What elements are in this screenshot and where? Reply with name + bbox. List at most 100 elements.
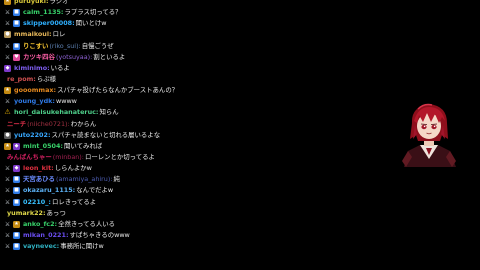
chat-badges: ● xyxy=(4,31,11,39)
blue-badge-icon: ■ xyxy=(13,243,20,251)
chat-message: ⚔ ■ okazaru_1115: なんでだよw xyxy=(0,185,360,196)
chat-text: 自慢ごうぜ xyxy=(81,41,114,50)
chat-message: ★ ◆ mint_0504: 聞いてみれば xyxy=(0,141,360,152)
chat-username-alt: (riko_sui): xyxy=(49,41,81,50)
chat-message: ⚔ ■ 天宮あひる (amamiya_ahiru): 純 xyxy=(0,174,360,185)
chat-username[interactable]: mint_0504: xyxy=(23,141,63,152)
chat-text: ラプラス切ってる？ xyxy=(64,8,122,17)
chat-username[interactable]: calm_1135: xyxy=(23,7,64,18)
chat-text: 知らん xyxy=(99,108,119,117)
chat-username[interactable]: skipper00008: xyxy=(23,18,75,29)
blue-badge-icon: ■ xyxy=(13,198,20,206)
chat-message: ⚔ ♥ カツキ四谷 (yotsuyaa): 割といるよ xyxy=(0,52,360,63)
chat-message: ● mmaikoul: ロレ xyxy=(0,29,360,40)
chat-username[interactable]: hori_daisukehanateruc: xyxy=(14,107,98,118)
chat-text: ローレンとか切ってるよ xyxy=(84,152,155,161)
sword-badge-icon: ⚔ xyxy=(4,20,11,28)
chat-message: ⚔ ■ calm_1135: ラプラス切ってる？ xyxy=(0,7,360,18)
sword-badge-icon: ⚔ xyxy=(4,176,11,184)
chat-username-alt: (niiche0721): xyxy=(27,119,70,128)
chat-message: ⚔ ■ 02210_: ロレきってるよ xyxy=(0,197,360,208)
blue-badge-icon: ■ xyxy=(13,20,20,28)
sword-badge-icon: ⚔ xyxy=(4,232,11,240)
chat-text: 割といるよ xyxy=(93,52,126,61)
gold-badge-icon: ★ xyxy=(13,220,20,228)
chat-text: いるよ xyxy=(50,63,70,72)
chat-badges: ⚔ ■ xyxy=(4,20,20,28)
chat-text: あっつ xyxy=(46,208,66,217)
chat-username[interactable]: yumark22: xyxy=(7,208,46,219)
chat-username[interactable]: 天宮あひる xyxy=(23,174,55,185)
chat-text: すぱちゃきるのwww xyxy=(69,230,130,239)
chat-message: ⚔ ■ りこすい (riko_sui): 自慢ごうぜ xyxy=(0,41,360,52)
gold-badge-icon: ★ xyxy=(4,0,11,6)
gray-badge-icon: ● xyxy=(4,131,11,139)
chat-badges: ★ ◆ xyxy=(4,142,20,150)
chat-text: 聞いてみれば xyxy=(64,141,103,150)
blue-badge-icon: ■ xyxy=(13,9,20,17)
chat-badges: ⚔ ■ xyxy=(4,198,20,206)
purple-badge-icon: ◆ xyxy=(13,165,20,173)
chat-username[interactable]: 02210_: xyxy=(23,197,51,208)
pink-badge-icon: ♥ xyxy=(13,53,20,61)
chat-badges: ⚔ xyxy=(4,98,11,105)
sword-badge-icon: ⚔ xyxy=(4,243,11,251)
sword-badge-icon: ⚔ xyxy=(4,187,11,195)
chat-message: yumark22: あっつ xyxy=(0,208,360,219)
chat-text: なんでだよw xyxy=(76,186,114,195)
gold-badge-icon: ★ xyxy=(4,142,11,150)
sword-badge-icon: ⚔ xyxy=(4,9,11,17)
warn-badge-icon: ⚠ xyxy=(4,108,11,117)
chat-username[interactable]: りこすい xyxy=(23,41,48,52)
chat-text: らぷ様 xyxy=(36,74,57,83)
chat-message: ⚔ ■ vaynevec: 事務所に聞けw xyxy=(0,241,360,252)
chat-badges: ⚔ ■ xyxy=(4,9,20,17)
chat-badges: ⚔ ■ xyxy=(4,42,20,50)
chat-username[interactable]: leon_kit: xyxy=(23,163,54,174)
chat-text: ロレ xyxy=(52,30,66,39)
chat-badges: ⚠ xyxy=(4,109,11,116)
purple-badge-icon: ◆ xyxy=(4,64,11,72)
chat-message: ⚔ ■ mikan_0221: すぱちゃきるのwww xyxy=(0,230,360,241)
streamer-avatar xyxy=(398,101,460,167)
chat-username[interactable]: gooommax: xyxy=(14,85,56,96)
chat-badges: ⚔ ★ xyxy=(4,220,20,228)
chat-username[interactable]: anko_fc2: xyxy=(23,219,57,230)
chat-badges: ★ xyxy=(4,87,11,95)
chat-username[interactable]: ニーチ xyxy=(7,119,26,130)
chat-badges: ⚔ ■ xyxy=(4,187,20,195)
chat-message: ⚔ young_ydk: wwww xyxy=(0,96,360,107)
blue-badge-icon: ■ xyxy=(13,232,20,240)
chat-username[interactable]: young_ydk: xyxy=(14,96,55,107)
chat-text: スパチャ読まないと切れる層いるよな xyxy=(51,130,161,139)
sword-badge-icon: ⚔ xyxy=(4,98,11,106)
sword-badge-icon: ⚔ xyxy=(4,53,11,61)
chat-badges: ● xyxy=(4,131,11,139)
chat-username[interactable]: mikan_0221: xyxy=(23,230,69,241)
chat-username[interactable]: re_pom: xyxy=(7,74,36,85)
chat-username[interactable]: mmaikoul: xyxy=(14,29,52,40)
chat-username[interactable]: カツキ四谷 xyxy=(23,52,55,63)
chat-message: ⚔ ★ anko_fc2: 全然きってる人いる xyxy=(0,219,360,230)
chat-text: ロレきってるよ xyxy=(51,197,97,206)
chat-username[interactable]: vaynevec: xyxy=(23,241,59,252)
chat-message: ◆ kiminimo: いるよ xyxy=(0,63,360,74)
chat-feed: ★ puruyuki: ラジオ ⚔ ■ calm_1135: ラプラス切ってる？ ⚔ ■ skip… xyxy=(0,0,360,252)
avatar-illustration xyxy=(402,103,456,167)
chat-username[interactable]: kiminimo: xyxy=(14,63,50,74)
chat-badges: ⚔ ■ xyxy=(4,232,20,240)
chat-message: re_pom: らぷ様 xyxy=(0,74,360,85)
chat-username[interactable]: okazaru_1115: xyxy=(23,185,75,196)
chat-message: ⚔ ■ skipper00008: 聞いとけw xyxy=(0,18,360,29)
chat-username[interactable]: yuto2202: xyxy=(14,130,51,141)
chat-text: しらんよかw xyxy=(54,164,92,173)
chat-username[interactable]: みんばんちゃー xyxy=(7,152,52,163)
sword-badge-icon: ⚔ xyxy=(4,165,11,173)
chat-username[interactable]: puruyuki: xyxy=(14,0,49,7)
chat-username-alt: (minban): xyxy=(52,152,84,161)
chat-message: ニーチ (niiche0721): わからん xyxy=(0,119,360,130)
chat-text: 全然きってる人いる xyxy=(58,219,116,228)
chat-text: 純 xyxy=(113,175,120,184)
chat-message: ★ puruyuki: ラジオ xyxy=(0,0,360,7)
chat-text: わからん xyxy=(70,119,97,128)
